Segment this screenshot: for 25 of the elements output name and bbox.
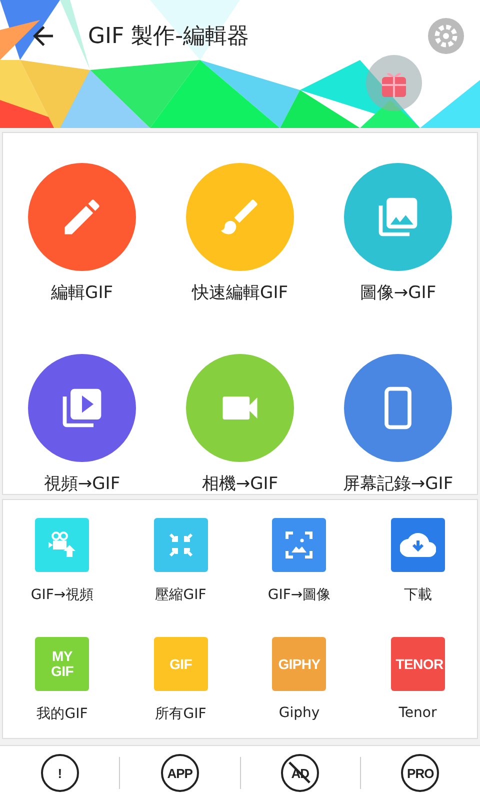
- badge-button[interactable]: !: [40, 754, 79, 792]
- tool-label: 壓縮GIF: [155, 586, 206, 604]
- tool-label: Tenor: [398, 705, 437, 721]
- tool-tile[interactable]: [35, 518, 90, 572]
- tool-label: 下載: [404, 586, 432, 604]
- tool-label: 編輯GIF: [51, 282, 113, 304]
- gift-icon[interactable]: [366, 55, 422, 111]
- tool-label: Giphy: [278, 705, 320, 721]
- tool-tile[interactable]: [272, 518, 326, 572]
- tool-label: GIF→視頻: [30, 586, 94, 604]
- tool-label: 屏幕記錄→GIF: [342, 473, 454, 495]
- tool-label: 圖像→GIF: [360, 282, 436, 304]
- tool-tile[interactable]: TENOR: [390, 637, 445, 691]
- badge-button[interactable]: APP: [160, 754, 199, 792]
- app-title: GIF 製作-編輯器: [88, 23, 250, 51]
- tool-label: 相機→GIF: [202, 473, 278, 495]
- settings-icon[interactable]: [428, 18, 464, 54]
- badge-button[interactable]: PRO: [401, 754, 440, 792]
- tool-tile[interactable]: [154, 518, 208, 572]
- tool-label: GIF→圖像: [268, 586, 331, 604]
- tool-label: 我的GIF: [36, 705, 88, 723]
- tool-tile[interactable]: [390, 518, 445, 572]
- tool-label: 視頻→GIF: [44, 473, 120, 495]
- tool-label: 所有GIF: [155, 705, 206, 723]
- tool-label: 快速編輯GIF: [192, 282, 288, 304]
